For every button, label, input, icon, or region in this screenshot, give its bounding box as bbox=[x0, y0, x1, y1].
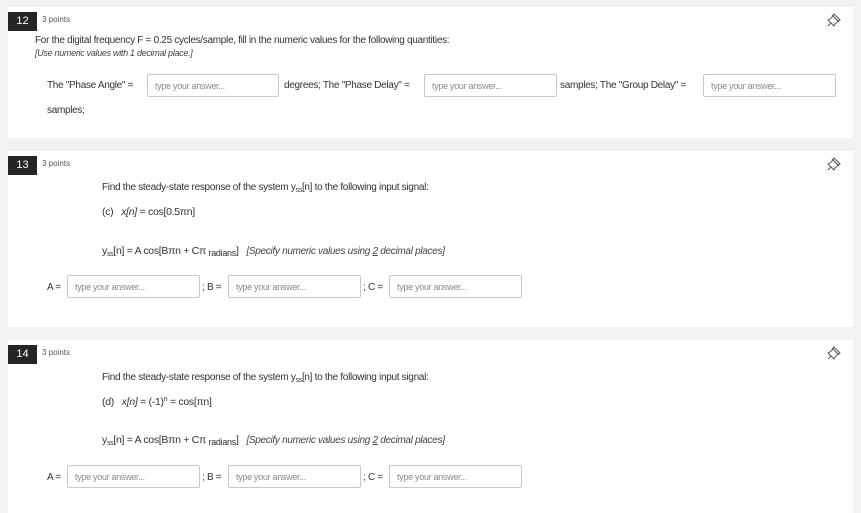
question-14-card: 14 3 points Find the steady-state respon… bbox=[8, 340, 853, 513]
question-number: 12 bbox=[8, 12, 37, 31]
question-points: 3 points bbox=[42, 15, 71, 24]
group-delay-label: samples; The "Group Delay" = bbox=[560, 80, 687, 91]
question-prompt: Find the steady-state response of the sy… bbox=[102, 182, 429, 194]
question-prompt: For the digital frequency F = 0.25 cycle… bbox=[35, 35, 450, 46]
input-signal: (d) x[n] = (-1)n = cos[πn] bbox=[102, 396, 212, 408]
question-12-card: 12 3 points For the digital frequency F … bbox=[8, 7, 853, 138]
question-13-card: 13 3 points Find the steady-state respon… bbox=[8, 151, 853, 327]
phase-delay-label: degrees; The "Phase Delay" = bbox=[284, 80, 410, 91]
b-label: ; B = bbox=[202, 282, 222, 293]
c-input[interactable] bbox=[389, 465, 522, 488]
phase-delay-input[interactable] bbox=[424, 74, 557, 97]
pushpin-icon[interactable] bbox=[827, 157, 841, 171]
question-points: 3 points bbox=[42, 159, 71, 168]
c-label: ; C = bbox=[363, 282, 383, 293]
part-label: (d) bbox=[102, 396, 114, 408]
response-form: yss[n] = A cos[Bπn + Cπ radians] [Specif… bbox=[102, 434, 445, 447]
group-delay-input[interactable] bbox=[703, 74, 836, 97]
samples-label: samples; bbox=[47, 105, 85, 116]
a-input[interactable] bbox=[67, 465, 200, 488]
b-label: ; B = bbox=[202, 472, 222, 483]
a-input[interactable] bbox=[67, 275, 200, 298]
phase-angle-label: The "Phase Angle" = bbox=[47, 80, 134, 91]
specify-note: [Specify numeric values using 2 decimal … bbox=[246, 435, 445, 446]
a-label: A = bbox=[47, 282, 61, 293]
specify-note: [Specify numeric values using 2 decimal … bbox=[246, 246, 445, 257]
question-note: [Use numeric values with 1 decimal place… bbox=[35, 48, 193, 58]
c-label: ; C = bbox=[363, 472, 383, 483]
pushpin-icon[interactable] bbox=[827, 346, 841, 360]
b-input[interactable] bbox=[228, 275, 361, 298]
part-label: (c) bbox=[102, 206, 114, 218]
question-number: 14 bbox=[8, 345, 37, 364]
question-number: 13 bbox=[8, 156, 37, 175]
pushpin-icon[interactable] bbox=[827, 13, 841, 27]
input-signal: (c) x[n] = cos[0.5πn] bbox=[102, 206, 195, 218]
question-prompt: Find the steady-state response of the sy… bbox=[102, 372, 429, 384]
b-input[interactable] bbox=[228, 465, 361, 488]
a-label: A = bbox=[47, 472, 61, 483]
response-form: yss[n] = A cos[Bπn + Cπ radians] [Specif… bbox=[102, 245, 445, 258]
c-input[interactable] bbox=[389, 275, 522, 298]
question-points: 3 points bbox=[42, 348, 71, 357]
phase-angle-input[interactable] bbox=[147, 74, 279, 97]
